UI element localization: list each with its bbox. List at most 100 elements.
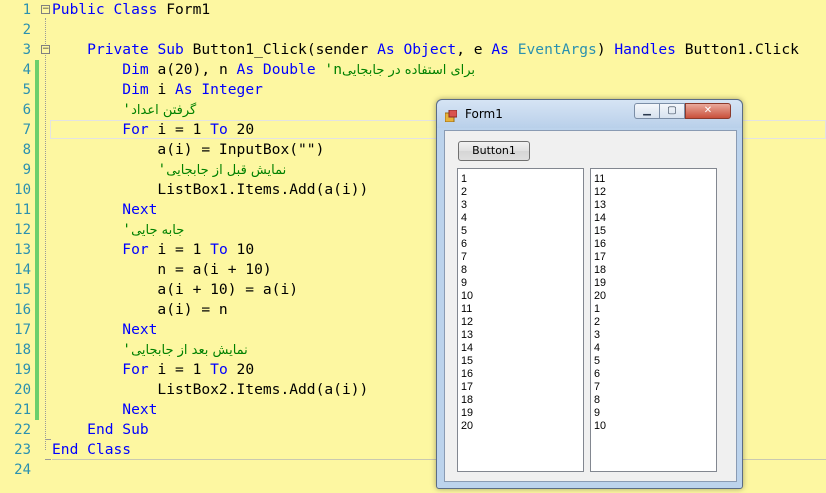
comment-token: ' xyxy=(122,341,132,358)
listbox-item[interactable]: 18 xyxy=(594,264,716,277)
listbox-item[interactable]: 6 xyxy=(594,368,716,381)
line-number: 2 xyxy=(22,22,31,38)
comment-token: ' xyxy=(122,221,132,238)
listbox-item[interactable]: 9 xyxy=(594,407,716,420)
listbox-item[interactable]: 8 xyxy=(461,264,583,277)
listbox-item[interactable]: 20 xyxy=(594,290,716,303)
keyword-token: As xyxy=(377,41,395,58)
listbox-item[interactable]: 4 xyxy=(594,342,716,355)
listbox-item[interactable]: 1 xyxy=(594,303,716,316)
line-number: 10 xyxy=(14,182,31,198)
listbox-item[interactable]: 2 xyxy=(594,316,716,329)
listbox2[interactable]: 11 12 13 14 15 16 17 18 19 20 1 2 3 4 5 6 7 8 9 10 xyxy=(590,168,717,472)
code-token: i xyxy=(148,81,176,98)
comment-token: ' xyxy=(122,101,132,118)
listbox-item[interactable]: 19 xyxy=(594,277,716,290)
listbox-item[interactable]: 5 xyxy=(594,355,716,368)
window-titlebar[interactable]: Form1 ▁ ▢ ✕ xyxy=(437,100,742,128)
code-text: End Sub xyxy=(52,420,149,440)
listbox-item[interactable]: 15 xyxy=(594,225,716,238)
listbox-item[interactable]: 11 xyxy=(594,173,716,186)
listbox-item[interactable]: 15 xyxy=(461,355,583,368)
keyword-token: Private Sub xyxy=(87,41,184,58)
comment-token: جابه جایی xyxy=(131,223,185,238)
listbox-item[interactable]: 10 xyxy=(461,290,583,303)
listbox-item[interactable]: 17 xyxy=(594,251,716,264)
code-text: a(i) = InputBox("") xyxy=(52,140,324,160)
listbox-item[interactable]: 14 xyxy=(594,212,716,225)
line-number: 21 xyxy=(14,402,31,418)
line-number: 22 xyxy=(14,422,31,438)
listbox-item[interactable]: 6 xyxy=(461,238,583,251)
listbox-item[interactable]: 5 xyxy=(461,225,583,238)
line-number: 5 xyxy=(22,82,31,98)
listbox-item[interactable]: 2 xyxy=(461,186,583,199)
line-number: 12 xyxy=(14,222,31,238)
listbox-item[interactable]: 3 xyxy=(594,329,716,342)
code-token: Button1_Click(sender xyxy=(183,41,378,58)
code-line[interactable]: 1 − Public Class Form1 xyxy=(0,0,826,20)
comment-token: ' xyxy=(157,161,167,178)
button1[interactable]: Button1 xyxy=(458,141,530,161)
listbox1[interactable]: 1 2 3 4 5 6 7 8 9 10 11 12 13 14 15 16 17 18 19 20 xyxy=(457,168,584,472)
code-token: a(i + 10) = a(i) xyxy=(52,281,299,298)
code-line[interactable]: 2 xyxy=(0,20,826,40)
listbox-item[interactable]: 4 xyxy=(461,212,583,225)
keyword-token: End Sub xyxy=(87,421,149,438)
window-title: Form1 xyxy=(465,107,503,121)
code-text: For i = 1 To 20 xyxy=(52,360,254,380)
listbox-item[interactable]: 17 xyxy=(461,381,583,394)
code-token: ListBox2.Items.Add(a(i)) xyxy=(52,381,369,398)
line-number: 23 xyxy=(14,442,31,458)
listbox-item[interactable]: 1 xyxy=(461,173,583,186)
close-button[interactable]: ✕ xyxy=(685,103,731,119)
code-line[interactable]: 4 Dim a(20), n As Double 'n برای استفاده… xyxy=(0,60,826,80)
listbox-item[interactable]: 16 xyxy=(461,368,583,381)
listbox-item[interactable]: 9 xyxy=(461,277,583,290)
code-token: ) xyxy=(596,41,615,58)
line-number: 1 xyxy=(22,2,31,18)
listbox-item[interactable]: 19 xyxy=(461,407,583,420)
type-token: EventArgs xyxy=(517,41,597,58)
listbox-item[interactable]: 7 xyxy=(594,381,716,394)
maximize-button[interactable]: ▢ xyxy=(660,103,685,119)
collapse-icon[interactable]: − xyxy=(41,45,50,54)
listbox-item[interactable]: 11 xyxy=(461,303,583,316)
keyword-token: For xyxy=(122,121,149,138)
line-number: 17 xyxy=(14,322,31,338)
listbox-item[interactable]: 7 xyxy=(461,251,583,264)
listbox-item[interactable]: 13 xyxy=(594,199,716,212)
listbox-item[interactable]: 12 xyxy=(461,316,583,329)
code-line[interactable]: 5 Dim i As Integer xyxy=(0,80,826,100)
keyword-token: For xyxy=(122,361,149,378)
listbox-item[interactable]: 12 xyxy=(594,186,716,199)
listbox-item[interactable]: 14 xyxy=(461,342,583,355)
form1-window[interactable]: Form1 ▁ ▢ ✕ Button1 1 2 3 4 5 6 7 8 9 10 11 12 13 14 1… xyxy=(436,99,743,489)
code-line[interactable]: 3 − Private Sub Button1_Click(sender As O… xyxy=(0,40,826,60)
listbox-item[interactable]: 3 xyxy=(461,199,583,212)
listbox-item[interactable]: 18 xyxy=(461,394,583,407)
close-icon: ✕ xyxy=(703,105,713,116)
code-token: a(i) = n xyxy=(52,301,228,318)
keyword-token: Dim xyxy=(122,81,149,98)
listbox-item[interactable]: 16 xyxy=(594,238,716,251)
listbox-item[interactable]: 20 xyxy=(461,420,583,433)
line-number: 14 xyxy=(14,262,31,278)
form-client-area: Button1 1 2 3 4 5 6 7 8 9 10 11 12 13 14 15 16 17 18 19 20 … xyxy=(444,130,737,482)
minimize-button[interactable]: ▁ xyxy=(634,103,660,119)
listbox-item[interactable]: 13 xyxy=(461,329,583,342)
line-number: 24 xyxy=(14,462,31,478)
code-text: ListBox2.Items.Add(a(i)) xyxy=(52,380,368,400)
listbox-item[interactable]: 8 xyxy=(594,394,716,407)
collapse-icon[interactable]: − xyxy=(41,5,50,14)
listbox-item[interactable]: 10 xyxy=(594,420,716,433)
